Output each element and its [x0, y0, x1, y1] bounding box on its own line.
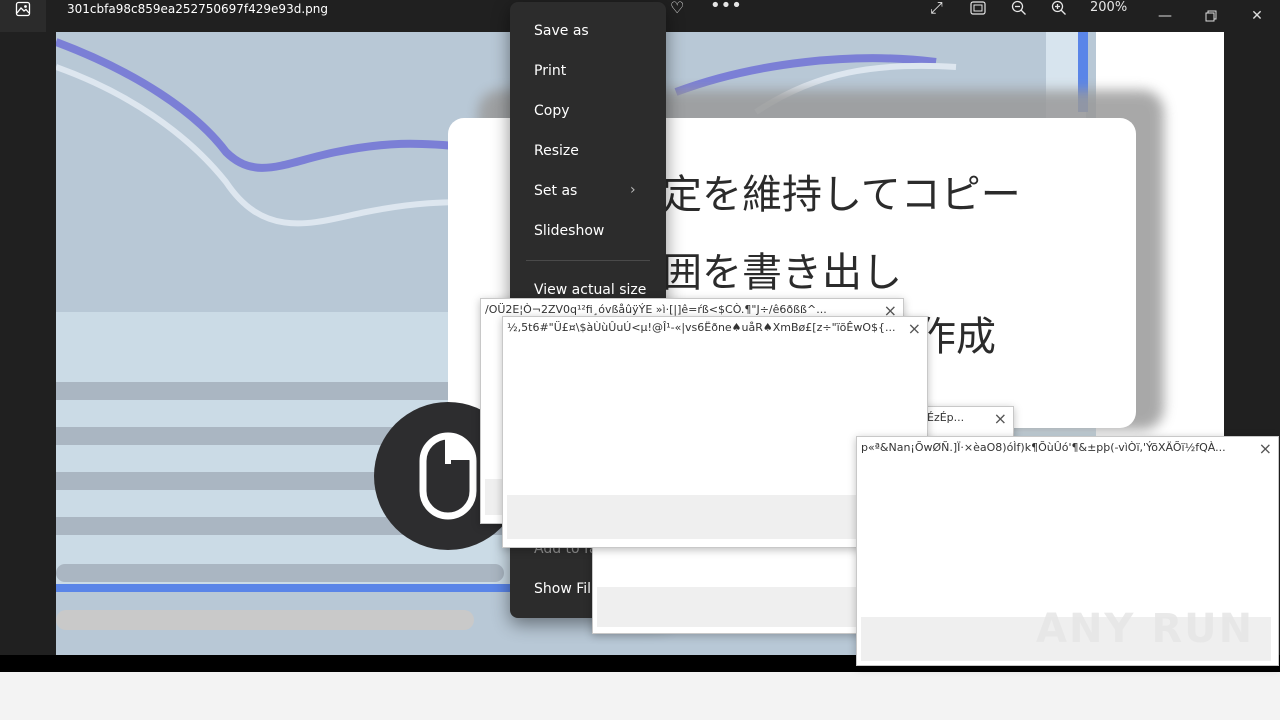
menu-item-copy[interactable]: Copy	[534, 103, 570, 119]
close-icon[interactable]: ×	[908, 319, 921, 338]
image-text-line-3: 作成	[916, 314, 996, 360]
menu-item-set-as[interactable]: Set as	[534, 183, 577, 199]
photos-viewer-window: 301cbfa98c859ea252750697f429e93d.png ♡ •…	[0, 0, 1280, 672]
menu-item-print[interactable]: Print	[534, 63, 566, 79]
dialog-title: ÉzÉp...	[927, 411, 965, 424]
zoom-out-icon[interactable]	[1011, 0, 1027, 21]
fullscreen-icon[interactable]: ⤢	[930, 0, 943, 18]
photos-app-icon	[0, 0, 46, 32]
close-icon[interactable]: ×	[994, 409, 1007, 428]
dialog-title: p«ª&Nan¡ÕwØÑ.]Ï·×èaO8)óÌf)k¶ÕùÛó'¶&±pþ(-…	[861, 441, 1226, 454]
menu-item-resize[interactable]: Resize	[534, 143, 579, 159]
maximize-icon[interactable]	[1188, 0, 1234, 32]
close-icon[interactable]: ✕	[1234, 0, 1280, 32]
dialog-title: ½,5t6#"Ü£¤\$àÙùÛuÚ<µ!@Î¹-«|vs6Ëðne♠uåR♠X…	[507, 321, 896, 334]
image-text-line-2: 囲を書き出し	[662, 250, 902, 296]
menu-item-slideshow[interactable]: Slideshow	[534, 223, 604, 239]
file-name: 301cbfa98c859ea252750697f429e93d.png	[67, 2, 328, 16]
menu-item-save-as[interactable]: Save as	[534, 23, 589, 39]
close-icon[interactable]: ×	[1259, 439, 1272, 458]
menu-item-view-actual-size[interactable]: View actual size	[534, 282, 646, 298]
heart-icon[interactable]: ♡	[670, 0, 684, 18]
fit-icon[interactable]	[970, 0, 986, 20]
minimize-icon[interactable]: —	[1142, 0, 1188, 32]
anyrun-watermark: ANY RUN	[1036, 606, 1255, 652]
chevron-right-icon: ›	[630, 182, 636, 198]
zoom-level[interactable]: 200%	[1090, 0, 1127, 15]
menu-separator	[526, 260, 650, 261]
more-icon[interactable]: •••	[710, 0, 742, 16]
zoom-in-icon[interactable]	[1051, 0, 1067, 21]
dialog-title: /OÜ2E¦Ò¬2ZV0q¹²fi¸óvßåûÿÝE »ì·[|]ê=ŕß<$C…	[485, 303, 827, 316]
image-text-line-1: 定を維持してコピー	[662, 172, 1021, 218]
